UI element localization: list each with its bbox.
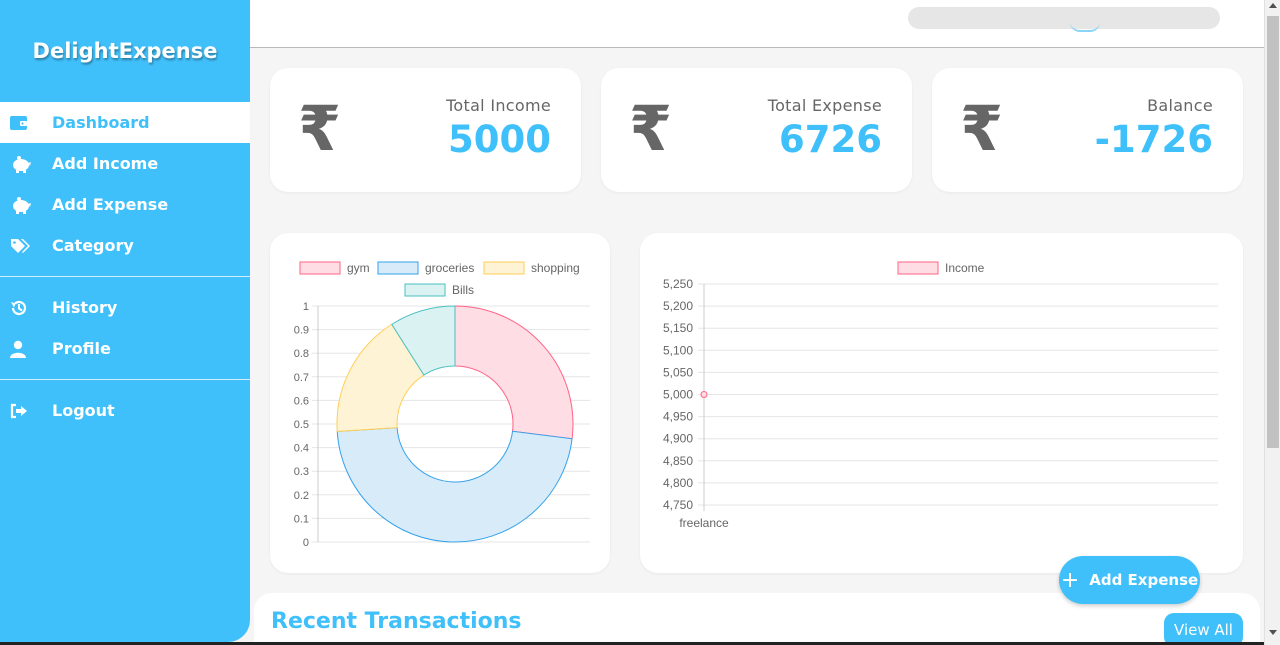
stat-label: Total Income <box>446 96 551 115</box>
user-icon <box>0 340 52 358</box>
sidebar-item-label: Profile <box>52 339 111 358</box>
sidebar: DelightExpense Dashboard Add Income Add … <box>0 0 250 642</box>
y-tick-label: 5,100 <box>663 343 693 357</box>
divider <box>0 379 250 380</box>
y-tick-label: 0.5 <box>294 419 309 431</box>
wallet-icon <box>0 115 52 131</box>
plus-icon: + <box>1060 567 1080 593</box>
user-menu-underline <box>1070 18 1100 32</box>
stat-label: Total Expense <box>767 96 882 115</box>
y-tick-label: 0.3 <box>294 466 309 478</box>
legend-swatch <box>483 261 525 275</box>
legend-swatch <box>897 261 939 275</box>
legend-label: gym <box>347 261 370 275</box>
y-tick-label: 4,900 <box>663 432 693 446</box>
legend-label: Bills <box>452 283 474 297</box>
page-scrollbar[interactable] <box>1264 0 1280 645</box>
add-expense-fab[interactable]: + Add Expense <box>1059 556 1200 604</box>
stat-card-balance: ₹ Balance -1726 <box>932 68 1243 192</box>
y-tick-label: 0.4 <box>294 443 309 455</box>
y-tick-label: 4,850 <box>663 454 693 468</box>
scroll-down-arrow-icon[interactable] <box>1269 630 1277 635</box>
rupee-icon: ₹ <box>298 92 342 165</box>
sidebar-item-profile[interactable]: Profile <box>0 328 250 369</box>
sidebar-item-label: History <box>52 298 118 317</box>
y-tick-label: 5,250 <box>663 277 693 291</box>
income-chart-card: Income 4,750 4,800 4,850 4,900 4,950 5,000 5,05… <box>640 233 1243 573</box>
rupee-icon: ₹ <box>629 92 673 165</box>
stat-card-total-income: ₹ Total Income 5000 <box>270 68 581 192</box>
y-tick-label: 0.9 <box>294 325 309 337</box>
sidebar-item-dashboard[interactable]: Dashboard <box>0 102 250 143</box>
scrollbar-thumb[interactable] <box>1267 16 1279 448</box>
sidebar-item-history[interactable]: History <box>0 287 250 328</box>
y-tick-label: 0.8 <box>294 348 309 360</box>
stat-value: 5000 <box>448 118 551 161</box>
income-line-chart: Income 4,750 4,800 4,850 4,900 4,950 5,000 5,05… <box>663 261 1218 530</box>
legend-label: Income <box>945 261 985 275</box>
y-tick-label: 0.7 <box>294 372 309 384</box>
y-tick-label: 5,000 <box>663 388 693 402</box>
logout-icon <box>0 403 52 419</box>
stat-value: 6726 <box>779 118 882 161</box>
stat-label: Balance <box>1147 96 1213 115</box>
pie-slice-groceries <box>336 427 573 543</box>
legend-swatch <box>299 261 341 275</box>
sidebar-item-label: Category <box>52 236 134 255</box>
user-menu[interactable] <box>908 7 1220 29</box>
sidebar-item-category[interactable]: Category <box>0 225 250 266</box>
legend-label: groceries <box>425 261 474 275</box>
brand-logo: DelightExpense <box>32 39 218 63</box>
piggy-bank-icon <box>0 155 52 173</box>
y-tick-label: 0.2 <box>294 490 309 502</box>
sidebar-item-logout[interactable]: Logout <box>0 390 250 431</box>
pie-slice-gym <box>454 305 574 440</box>
stat-card-total-expense: ₹ Total Expense 6726 <box>601 68 912 192</box>
y-tick-label: 0 <box>303 537 309 549</box>
expense-category-chart-card: gym groceries shopping Bills 0 0.1 0.2 0.3 0.4 0.… <box>270 233 610 573</box>
scroll-up-arrow-icon[interactable] <box>1269 3 1277 8</box>
y-tick-label: 5,150 <box>663 321 693 335</box>
sidebar-item-add-income[interactable]: Add Income <box>0 143 250 184</box>
x-tick-label: freelance <box>679 516 729 530</box>
y-tick-label: 4,750 <box>663 498 693 512</box>
stat-value: -1726 <box>1094 118 1213 161</box>
y-tick-label: 4,950 <box>663 410 693 424</box>
legend-swatch <box>404 283 446 297</box>
legend-label: shopping <box>531 261 580 275</box>
y-tick-label: 0.1 <box>294 513 309 525</box>
tags-icon <box>0 238 52 254</box>
add-expense-fab-label: Add Expense <box>1089 571 1199 589</box>
doughnut-chart: gym groceries shopping Bills 0 0.1 0.2 0.3 0.4 0.… <box>294 261 590 549</box>
sidebar-item-label: Logout <box>52 401 115 420</box>
legend-swatch <box>377 261 419 275</box>
sidebar-item-label: Add Income <box>52 154 159 173</box>
rupee-icon: ₹ <box>960 92 1004 165</box>
sidebar-item-add-expense[interactable]: Add Expense <box>0 184 250 225</box>
top-bar <box>250 0 1264 48</box>
data-point <box>700 391 708 398</box>
y-tick-label: 1 <box>303 301 309 313</box>
view-all-button[interactable]: View All <box>1164 613 1243 645</box>
piggy-bank-icon <box>0 196 52 214</box>
divider <box>0 276 250 277</box>
y-tick-label: 5,200 <box>663 299 693 313</box>
recent-transactions-title: Recent Transactions <box>271 609 522 634</box>
y-tick-label: 5,050 <box>663 365 693 379</box>
sidebar-item-label: Dashboard <box>52 113 150 132</box>
y-tick-label: 4,800 <box>663 476 693 490</box>
sidebar-item-label: Add Expense <box>52 195 169 214</box>
history-icon <box>0 299 52 317</box>
y-tick-label: 0.6 <box>294 395 309 407</box>
